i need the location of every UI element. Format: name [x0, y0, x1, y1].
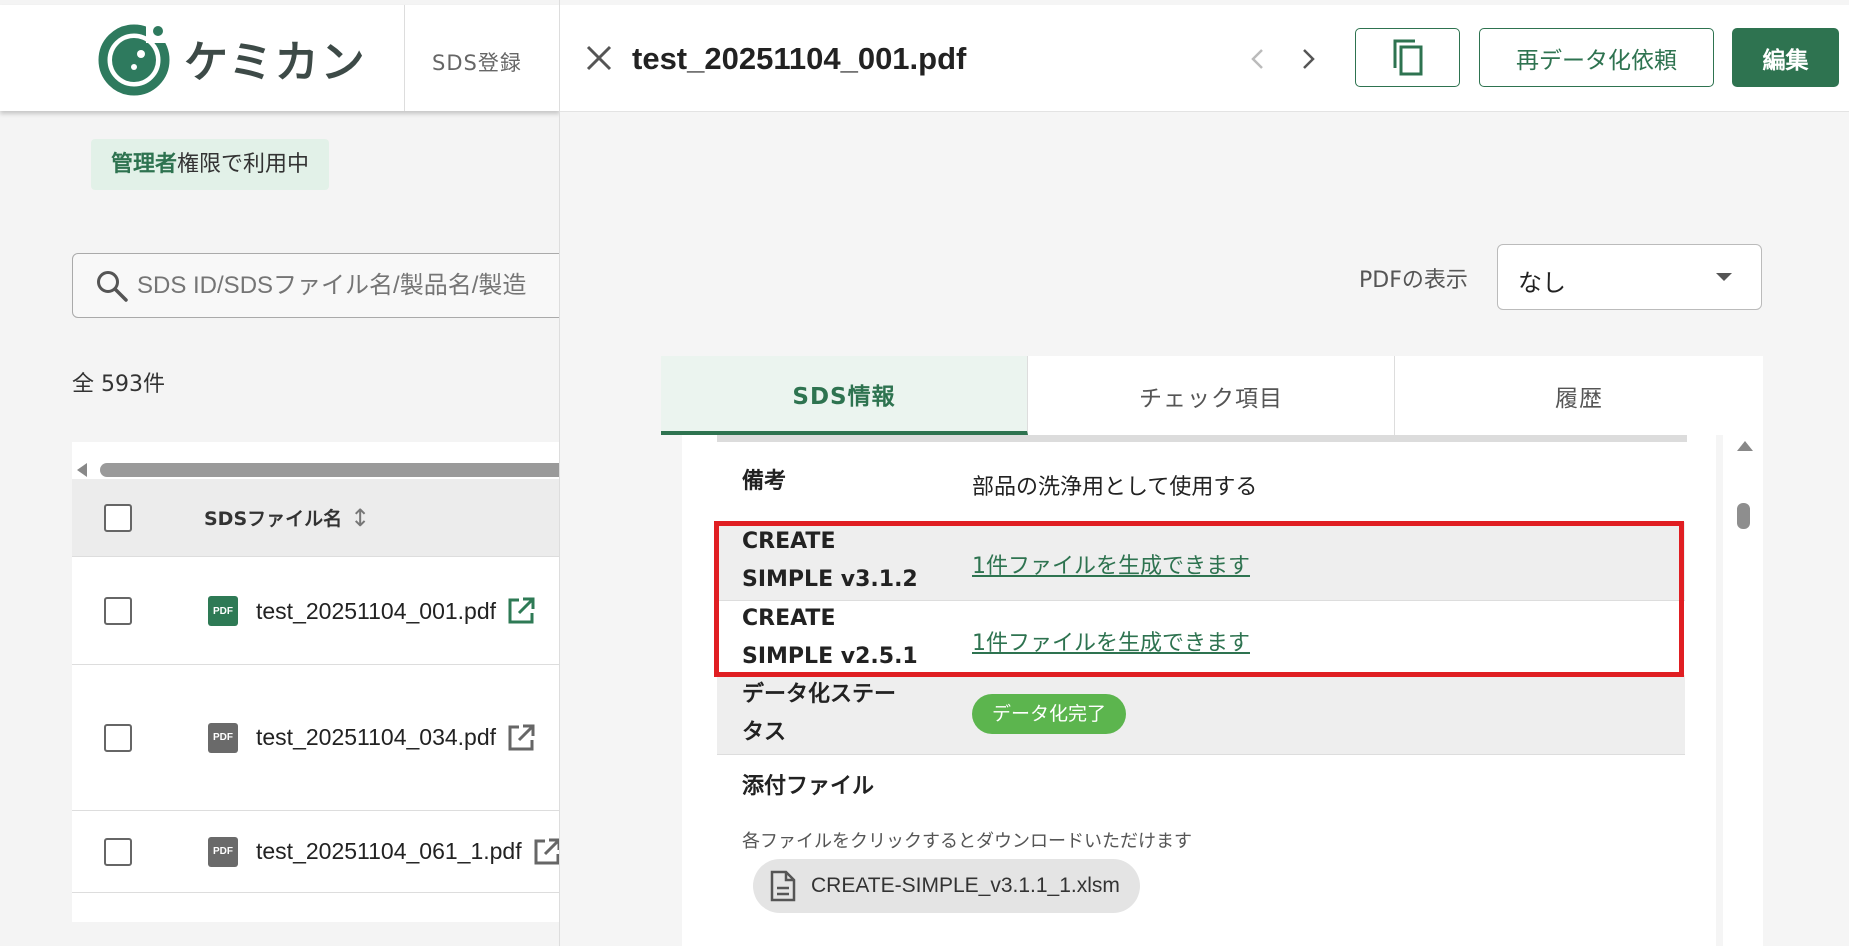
- select-all-checkbox[interactable]: [104, 503, 132, 532]
- panel-header: test_20251104_001.pdf 再データ化依頼 編集: [560, 5, 1849, 112]
- row-checkbox[interactable]: [104, 723, 132, 752]
- close-icon[interactable]: [582, 41, 616, 75]
- table-row[interactable]: PDF test_20251104_001.pdf: [72, 558, 560, 665]
- horizontal-scrollbar[interactable]: [72, 442, 560, 479]
- table-row[interactable]: PDF test_20251104_034.pdf: [72, 665, 560, 811]
- field-label-status-line1: データ化ステー: [742, 682, 897, 707]
- admin-role-strong: 管理者: [111, 152, 178, 177]
- search-icon: [97, 270, 128, 302]
- column-header-filename[interactable]: SDSファイル名: [204, 504, 342, 531]
- row-file-name[interactable]: test_20251104_001.pdf: [256, 598, 496, 625]
- attachments-description: 各ファイルをクリックするとダウンロードいただけます: [742, 831, 1192, 852]
- chevron-left-icon[interactable]: [1246, 45, 1270, 73]
- open-external-icon[interactable]: [506, 723, 536, 753]
- edit-button[interactable]: 編集: [1732, 28, 1839, 87]
- row-checkbox[interactable]: [104, 837, 132, 866]
- table-header: SDSファイル名 ↕: [72, 479, 560, 557]
- field-label-cs251-line2: SIMPLE v2.5.1: [742, 644, 918, 669]
- sds-info-content: 備考 部品の洗浄用として使用する CREATE SIMPLE v3.1.2 1件フ…: [682, 435, 1716, 946]
- table-row[interactable]: PDF test_20251104_061_1.pdf: [72, 811, 560, 893]
- field-label-attachments: 添付ファイル: [742, 774, 875, 799]
- pdf-display-label: PDFの表示: [1359, 268, 1468, 293]
- pdf-file-icon: PDF: [208, 596, 238, 626]
- pdf-display-value: なし: [1518, 269, 1566, 297]
- panel-title: test_20251104_001.pdf: [632, 41, 967, 76]
- status-badge: データ化完了: [972, 694, 1127, 734]
- admin-role-text: 権限で利用中: [177, 152, 310, 177]
- field-label-cs251: CREATE SIMPLE v2.5.1: [742, 600, 918, 676]
- attachment-file-chip[interactable]: CREATE-SIMPLE_v3.1.1_1.xlsm: [753, 859, 1140, 913]
- field-label-cs251-line1: CREATE: [742, 606, 836, 631]
- field-create-simple-v312: CREATE SIMPLE v3.1.2 1件ファイルを生成できます: [717, 522, 1685, 601]
- section-top-border: [717, 435, 1687, 442]
- sort-icon[interactable]: ↕: [350, 504, 370, 532]
- logo-mark-icon: [98, 23, 170, 96]
- field-value-remarks: 部品の洗浄用として使用する: [972, 475, 1258, 500]
- detail-tabs: SDS情報 チェック項目 履歴: [661, 356, 1763, 435]
- header-divider: [404, 5, 405, 111]
- attachment-file-name: CREATE-SIMPLE_v3.1.1_1.xlsm: [811, 874, 1120, 897]
- pdf-display-select[interactable]: なし: [1497, 244, 1762, 310]
- pdf-file-icon: PDF: [208, 722, 238, 753]
- pdf-file-icon: PDF: [208, 836, 238, 867]
- field-label-cs312-line1: CREATE: [742, 529, 836, 554]
- total-count: 全 593件: [72, 372, 165, 397]
- open-external-icon[interactable]: [532, 837, 560, 867]
- scroll-left-arrow-icon[interactable]: [77, 463, 87, 477]
- horizontal-scroll-thumb[interactable]: [100, 463, 560, 477]
- chevron-right-icon[interactable]: [1296, 45, 1320, 73]
- background-list-view: ケミカン SDS登録 管理者権限で利用中 全 593件 SDSファイル名 ↕ P…: [0, 0, 560, 946]
- sds-detail-panel: test_20251104_001.pdf 再データ化依頼 編集 PDFの表示 …: [559, 0, 1849, 946]
- document-icon: [770, 870, 796, 902]
- field-create-simple-v251: CREATE SIMPLE v2.5.1 1件ファイルを生成できます: [717, 601, 1685, 675]
- scroll-up-arrow-icon[interactable]: [1737, 441, 1753, 451]
- search-input[interactable]: [137, 271, 560, 300]
- vertical-scroll-thumb[interactable]: [1737, 503, 1750, 529]
- open-external-icon[interactable]: [506, 596, 536, 626]
- search-box[interactable]: [72, 253, 560, 318]
- nav-sds-register[interactable]: SDS登録: [432, 47, 522, 77]
- field-label-cs312: CREATE SIMPLE v3.1.2: [742, 523, 918, 599]
- redata-request-button[interactable]: 再データ化依頼: [1479, 28, 1714, 87]
- vertical-scrollbar[interactable]: [1723, 435, 1763, 946]
- chevron-down-icon: [1716, 273, 1732, 281]
- row-file-name[interactable]: test_20251104_061_1.pdf: [256, 838, 522, 865]
- field-remarks: 備考 部品の洗浄用として使用する: [717, 442, 1685, 522]
- copy-button[interactable]: [1355, 28, 1460, 87]
- field-label-remarks: 備考: [742, 469, 787, 494]
- generate-file-link-v251[interactable]: 1件ファイルを生成できます: [972, 625, 1250, 657]
- field-data-status: データ化ステー タス データ化完了: [717, 675, 1685, 755]
- sds-table: SDSファイル名 ↕ PDF test_20251104_001.pdf PDF…: [72, 442, 560, 922]
- generate-file-link-v312[interactable]: 1件ファイルを生成できます: [972, 548, 1250, 580]
- field-label-status-line2: タス: [742, 720, 787, 745]
- app-logo[interactable]: ケミカン: [96, 20, 367, 96]
- row-file-name[interactable]: test_20251104_034.pdf: [256, 724, 496, 751]
- field-label-cs312-line2: SIMPLE v3.1.2: [742, 567, 918, 592]
- tab-history[interactable]: 履歴: [1395, 356, 1763, 435]
- app-header: ケミカン SDS登録: [0, 5, 560, 111]
- row-checkbox[interactable]: [104, 597, 132, 625]
- field-label-status: データ化ステー タス: [742, 676, 896, 752]
- tab-check-items[interactable]: チェック項目: [1028, 356, 1395, 435]
- admin-role-badge: 管理者権限で利用中: [91, 139, 330, 190]
- logo-text: ケミカン: [184, 37, 367, 88]
- tab-sds-info[interactable]: SDS情報: [661, 356, 1028, 435]
- copy-icon: [1393, 39, 1422, 75]
